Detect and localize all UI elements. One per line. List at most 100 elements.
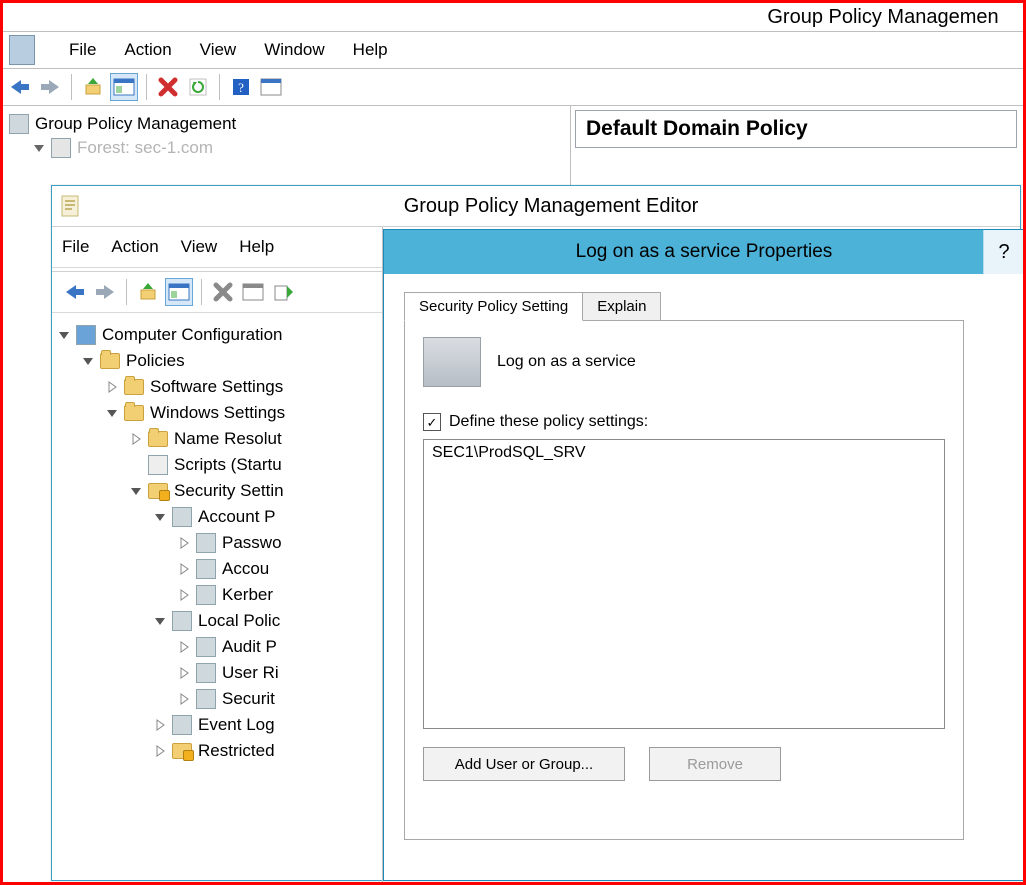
folder-icon <box>100 353 120 369</box>
disclosure-closed-icon[interactable] <box>178 693 190 705</box>
tree-account-lockout[interactable]: Accou <box>222 559 269 579</box>
gpme-menu-help[interactable]: Help <box>239 237 274 257</box>
disclosure-closed-icon[interactable] <box>178 641 190 653</box>
tree-windows-settings[interactable]: Windows Settings <box>150 403 285 423</box>
tree-software-settings[interactable]: Software Settings <box>150 377 283 397</box>
menu-file[interactable]: File <box>67 36 98 64</box>
disclosure-open-icon[interactable] <box>82 355 94 367</box>
define-settings-label: Define these policy settings: <box>449 413 648 431</box>
tab-explain[interactable]: Explain <box>582 292 661 321</box>
gpm-tree[interactable]: Group Policy Management Forest: sec-1.co… <box>3 106 571 186</box>
tree-security-options[interactable]: Securit <box>222 689 275 709</box>
disclosure-closed-icon[interactable] <box>178 563 190 575</box>
disclosure-closed-icon[interactable] <box>178 537 190 549</box>
console-root-icon <box>9 114 29 134</box>
forward-button[interactable] <box>37 74 63 100</box>
tree-user-rights[interactable]: User Ri <box>222 663 279 683</box>
policy-node-icon <box>172 611 192 631</box>
help-button[interactable]: ? <box>228 74 254 100</box>
policy-node-icon <box>172 715 192 735</box>
gpme-forward-button[interactable] <box>92 279 118 305</box>
refresh-button[interactable] <box>185 74 211 100</box>
up-button[interactable] <box>80 74 106 100</box>
tab-page: Log on as a service ✓ Define these polic… <box>404 320 964 840</box>
gpme-window-title: Group Policy Management Editor <box>52 186 1020 226</box>
computer-config-icon <box>76 325 96 345</box>
tree-policies[interactable]: Policies <box>126 351 185 371</box>
policy-node-icon <box>172 507 192 527</box>
back-button[interactable] <box>7 74 33 100</box>
remove-button: Remove <box>649 747 781 781</box>
tree-name-resolution[interactable]: Name Resolut <box>174 429 282 449</box>
policy-node-icon <box>196 559 216 579</box>
tree-account-policies[interactable]: Account P <box>198 507 276 527</box>
disclosure-closed-icon[interactable] <box>178 667 190 679</box>
disclosure-closed-icon[interactable] <box>106 381 118 393</box>
disclosure-closed-icon[interactable] <box>178 589 190 601</box>
gpme-tree[interactable]: Computer Configuration Policies Software… <box>52 316 383 882</box>
gpm-client-area: Group Policy Management Forest: sec-1.co… <box>3 106 1023 186</box>
gpme-up-button[interactable] <box>135 279 161 305</box>
policy-node-icon <box>196 585 216 605</box>
tree-password-policy[interactable]: Passwo <box>222 533 282 553</box>
delete-button[interactable] <box>155 74 181 100</box>
show-hide-tree-button[interactable] <box>110 73 138 101</box>
gpme-app-icon <box>60 194 82 218</box>
dialog-titlebar[interactable]: Log on as a service Properties ? <box>384 230 1024 274</box>
disclosure-open-icon[interactable] <box>58 329 70 341</box>
policy-node-icon <box>196 663 216 683</box>
disclosure-open-icon[interactable] <box>154 511 166 523</box>
gpm-app-icon <box>9 35 35 65</box>
gpm-right-pane: Default Domain Policy <box>571 106 1023 186</box>
policy-node-icon <box>196 533 216 553</box>
dialog-help-button[interactable]: ? <box>983 230 1024 274</box>
gpme-back-button[interactable] <box>62 279 88 305</box>
tree-security-settings[interactable]: Security Settin <box>174 481 284 501</box>
disclosure-open-icon[interactable] <box>106 407 118 419</box>
tree-restricted-groups[interactable]: Restricted <box>198 741 275 761</box>
gpme-menu-action[interactable]: Action <box>111 237 158 257</box>
tree-node-forest[interactable]: Forest: sec-1.com <box>77 138 213 158</box>
menu-help[interactable]: Help <box>351 36 390 64</box>
define-settings-checkbox[interactable]: ✓ <box>423 413 441 431</box>
menu-window[interactable]: Window <box>262 36 326 64</box>
tree-node-root[interactable]: Group Policy Management <box>35 114 236 134</box>
gpme-menu-view[interactable]: View <box>181 237 218 257</box>
tree-scripts[interactable]: Scripts (Startu <box>174 455 282 475</box>
add-user-or-group-button[interactable]: Add User or Group... <box>423 747 625 781</box>
dialog-tabstrip: Security Policy Setting Explain <box>404 292 1024 321</box>
tree-event-log[interactable]: Event Log <box>198 715 275 735</box>
disclosure-closed-icon[interactable] <box>130 433 142 445</box>
forest-icon <box>51 138 71 158</box>
disclosure-closed-icon[interactable] <box>154 745 166 757</box>
policy-name-label: Log on as a service <box>497 353 636 371</box>
gpme-export-button[interactable] <box>270 279 296 305</box>
tree-local-policies[interactable]: Local Polic <box>198 611 280 631</box>
tree-kerberos-policy[interactable]: Kerber <box>222 585 273 605</box>
right-pane-header: Default Domain Policy <box>575 110 1017 148</box>
disclosure-open-icon[interactable] <box>130 485 142 497</box>
policy-node-icon <box>196 637 216 657</box>
disclosure-closed-icon[interactable] <box>154 719 166 731</box>
tab-security-policy-setting[interactable]: Security Policy Setting <box>404 292 583 321</box>
disclosure-open-icon[interactable] <box>33 142 45 154</box>
gpme-delete-button[interactable] <box>210 279 236 305</box>
folder-icon <box>124 379 144 395</box>
users-listbox[interactable]: SEC1\ProdSQL_SRV <box>423 439 945 729</box>
gpme-toolbar <box>52 272 382 313</box>
properties-button[interactable] <box>258 74 284 100</box>
screenshot-root: Group Policy Managemen File Action View … <box>0 0 1026 885</box>
gpme-show-hide-tree-button[interactable] <box>165 278 193 306</box>
gpme-extra1-button[interactable] <box>240 279 266 305</box>
gpm-window-title: Group Policy Managemen <box>3 3 1023 31</box>
policy-node-icon <box>196 689 216 709</box>
menu-action[interactable]: Action <box>122 36 173 64</box>
list-item[interactable]: SEC1\ProdSQL_SRV <box>432 444 936 462</box>
gpme-menubar: File Action View Help <box>52 227 382 268</box>
security-folder-icon <box>148 483 168 499</box>
tree-audit-policy[interactable]: Audit P <box>222 637 277 657</box>
tree-computer-configuration[interactable]: Computer Configuration <box>102 325 282 345</box>
disclosure-open-icon[interactable] <box>154 615 166 627</box>
gpme-menu-file[interactable]: File <box>62 237 89 257</box>
menu-view[interactable]: View <box>198 36 239 64</box>
